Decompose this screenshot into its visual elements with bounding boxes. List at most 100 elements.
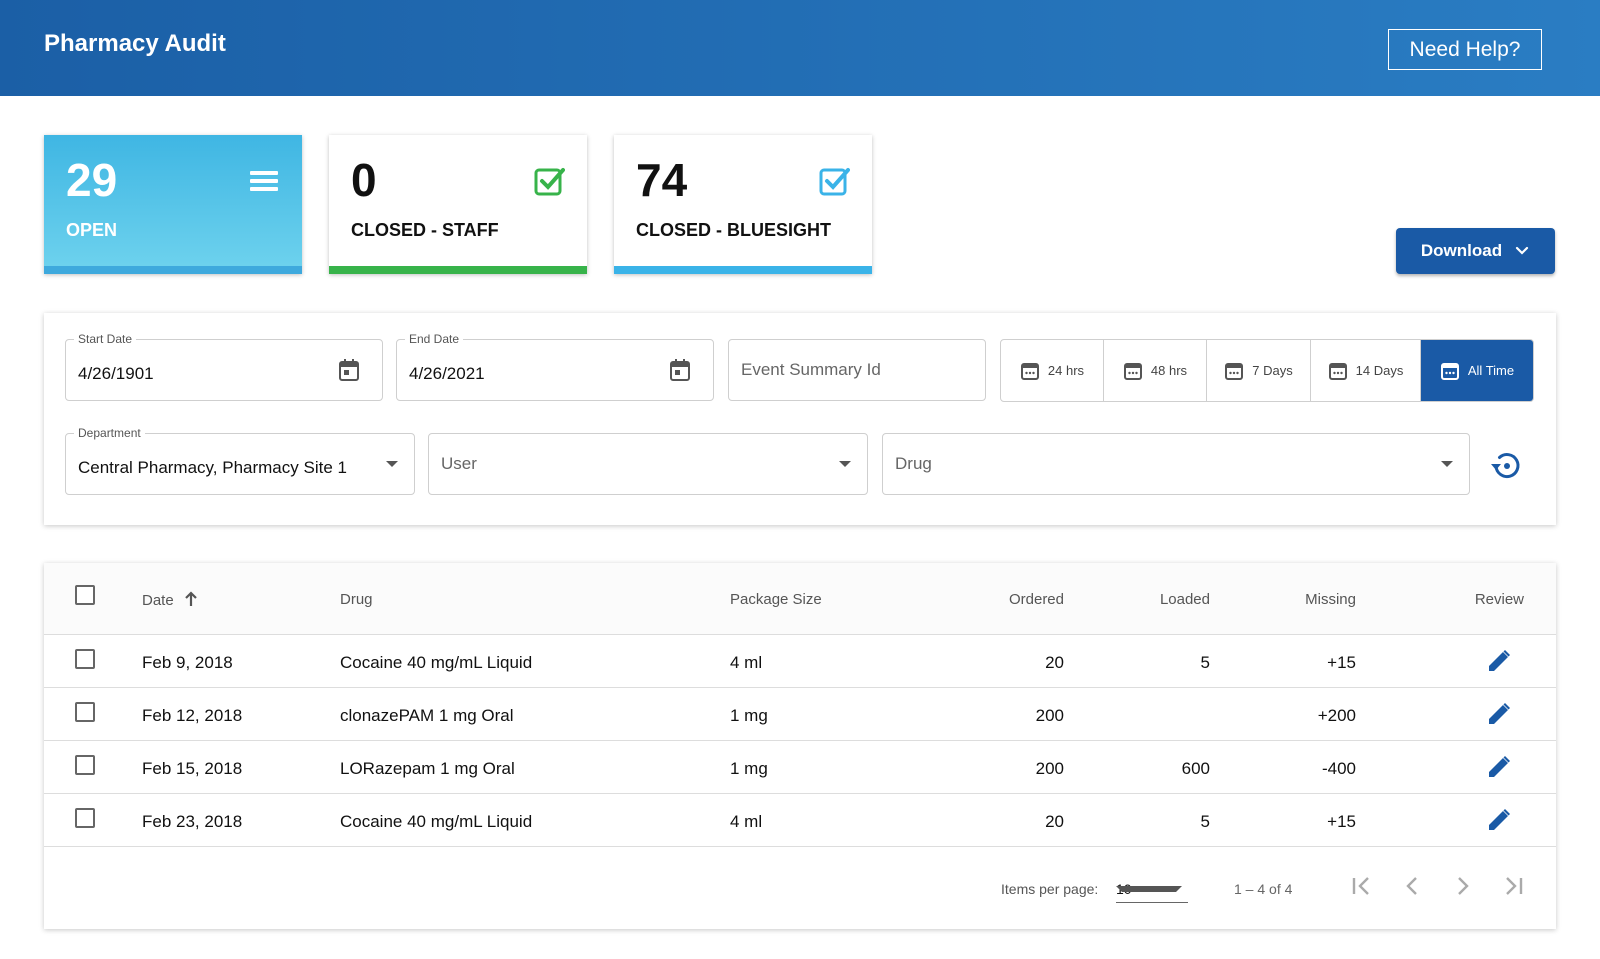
table-header: Date Drug Package Size Ordered Loaded Mi… [44, 563, 1556, 635]
cell-missing: +15 [1327, 653, 1356, 672]
calendar-icon[interactable] [669, 358, 691, 382]
cell-drug: Cocaine 40 mg/mL Liquid [340, 812, 533, 831]
dropdown-arrow-icon [1116, 886, 1182, 892]
open-label: OPEN [66, 220, 118, 240]
drug-placeholder: Drug [895, 454, 932, 473]
closed-bluesight-count: 74 [636, 154, 688, 206]
cell-date: Feb 15, 2018 [142, 759, 243, 778]
time-range-toggle: 24 hrs 48 hrs 7 Days 14 Days All Time [1000, 339, 1534, 402]
column-header-drug[interactable]: Drug [340, 591, 373, 608]
row-checkbox[interactable] [75, 702, 95, 722]
edit-pencil-icon[interactable] [1486, 807, 1512, 833]
end-date-label: End Date [405, 332, 464, 346]
stat-card-closed-staff[interactable]: 0 CLOSED - STAFF [329, 135, 587, 274]
items-per-page-select[interactable]: 10 [1116, 875, 1188, 903]
end-date-field[interactable]: End Date 4/26/2021 [396, 332, 714, 401]
row-checkbox[interactable] [75, 755, 95, 775]
column-header-review: Review [1474, 591, 1524, 608]
range-label: 7 Days [1252, 363, 1293, 378]
paginator: Items per page: 10 1 – 4 of 4 [44, 851, 1556, 929]
cell-package-size: 1 mg [730, 759, 768, 778]
edit-pencil-icon[interactable] [1486, 754, 1512, 780]
cell-ordered: 20 [1045, 653, 1064, 672]
range-14-days-button[interactable]: 14 Days [1311, 340, 1421, 401]
download-label: Download [1420, 241, 1503, 260]
column-header-ordered[interactable]: Ordered [944, 591, 1064, 608]
column-header-package-size[interactable]: Package Size [730, 591, 822, 608]
calendar-icon [1440, 362, 1459, 380]
cell-date: Feb 9, 2018 [142, 653, 233, 672]
select-all-checkbox[interactable] [75, 585, 95, 605]
calendar-icon [1020, 362, 1039, 380]
dropdown-arrow-icon [386, 461, 398, 467]
table-row[interactable]: Feb 9, 2018 Cocaine 40 mg/mL Liquid 4 ml… [44, 635, 1556, 688]
cell-package-size: 4 ml [730, 653, 763, 672]
closed-staff-accent-bar [329, 266, 587, 274]
audit-table: Date Drug Package Size Ordered Loaded Mi… [44, 563, 1556, 929]
next-page-icon[interactable] [1448, 871, 1478, 901]
range-48-hrs-button[interactable]: 48 hrs [1104, 340, 1207, 401]
check-square-icon [534, 168, 565, 196]
department-value: Central Pharmacy, Pharmacy Site 1 [78, 458, 347, 477]
range-label: 24 hrs [1047, 363, 1085, 378]
user-select[interactable]: User [428, 433, 868, 495]
app-title: Pharmacy Audit [44, 30, 226, 57]
previous-page-icon[interactable] [1397, 871, 1427, 901]
cell-package-size: 1 mg [730, 706, 768, 725]
cell-package-size: 4 ml [730, 812, 763, 831]
calendar-icon [1225, 362, 1244, 380]
calendar-icon [1123, 362, 1142, 380]
open-accent-bar [44, 266, 302, 274]
table-row[interactable]: Feb 23, 2018 Cocaine 40 mg/mL Liquid 4 m… [44, 794, 1556, 847]
column-header-loaded[interactable]: Loaded [1090, 591, 1210, 608]
cell-loaded: 5 [1200, 653, 1210, 672]
cell-ordered: 20 [1045, 812, 1064, 831]
range-7-days-button[interactable]: 7 Days [1207, 340, 1311, 401]
range-24-hrs-button[interactable]: 24 hrs [1001, 340, 1104, 401]
start-date-field[interactable]: Start Date 4/26/1901 [65, 332, 383, 401]
stat-card-open[interactable]: 29 OPEN [44, 135, 302, 274]
first-page-icon[interactable] [1346, 871, 1376, 901]
start-date-value: 4/26/1901 [78, 364, 154, 383]
column-header-date[interactable]: Date [142, 591, 198, 609]
cell-missing: +200 [1317, 706, 1356, 725]
need-help-button[interactable]: Need Help? [1388, 29, 1542, 70]
drug-select[interactable]: Drug [882, 433, 1470, 495]
cell-drug: Cocaine 40 mg/mL Liquid [340, 653, 533, 672]
cell-drug: clonazePAM 1 mg Oral [340, 706, 514, 725]
range-label: All Time [1467, 363, 1515, 378]
cell-ordered: 200 [1035, 706, 1064, 725]
items-per-page-label: Items per page: [1001, 881, 1099, 897]
last-page-icon[interactable] [1499, 871, 1529, 901]
date-header-label: Date [142, 592, 174, 609]
user-placeholder: User [441, 454, 477, 473]
page-range-label: 1 – 4 of 4 [1234, 881, 1293, 897]
cell-date: Feb 12, 2018 [142, 706, 243, 725]
reset-history-icon[interactable] [1488, 448, 1524, 484]
cell-date: Feb 23, 2018 [142, 812, 243, 831]
table-row[interactable]: Feb 12, 2018 clonazePAM 1 mg Oral 1 mg 2… [44, 688, 1556, 741]
table-row[interactable]: Feb 15, 2018 LORazepam 1 mg Oral 1 mg 20… [44, 741, 1556, 794]
column-header-missing[interactable]: Missing [1236, 591, 1356, 608]
edit-pencil-icon[interactable] [1486, 648, 1512, 674]
download-button[interactable]: Download [1396, 228, 1555, 274]
chevron-down-icon [1516, 246, 1529, 255]
edit-pencil-icon[interactable] [1486, 701, 1512, 727]
department-label: Department [74, 426, 145, 440]
stat-card-closed-bluesight[interactable]: 74 CLOSED - BLUESIGHT [614, 135, 872, 274]
event-summary-id-input[interactable]: Event Summary Id [728, 339, 986, 401]
cell-drug: LORazepam 1 mg Oral [340, 759, 515, 778]
cell-ordered: 200 [1035, 759, 1064, 778]
calendar-icon [1328, 362, 1347, 380]
range-label: 48 hrs [1150, 363, 1188, 378]
row-checkbox[interactable] [75, 649, 95, 669]
list-icon [250, 171, 278, 191]
row-checkbox[interactable] [75, 808, 95, 828]
event-summary-placeholder: Event Summary Id [741, 360, 881, 379]
check-square-icon [819, 168, 850, 196]
range-all-time-button[interactable]: All Time [1421, 340, 1533, 401]
calendar-icon[interactable] [338, 358, 360, 382]
department-select[interactable]: Department Central Pharmacy, Pharmacy Si… [65, 426, 415, 495]
closed-bluesight-accent-bar [614, 266, 872, 274]
closed-staff-count: 0 [351, 154, 377, 206]
